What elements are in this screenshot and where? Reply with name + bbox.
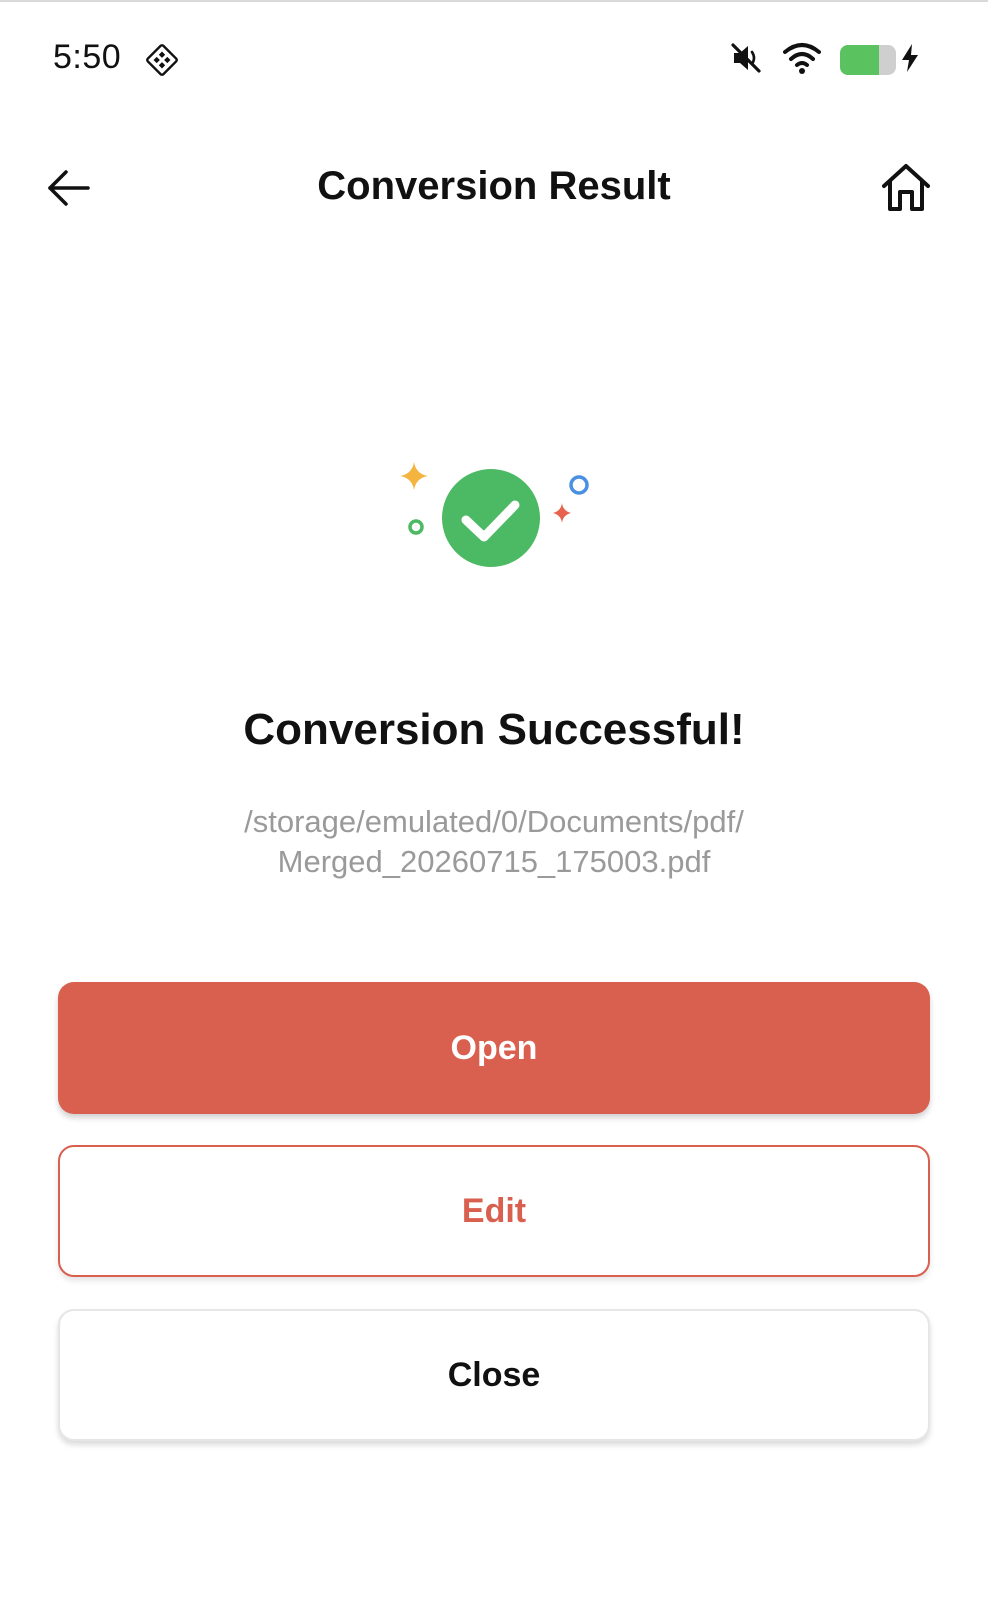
battery-fill — [840, 45, 880, 75]
open-button[interactable]: Open — [58, 982, 930, 1114]
sparkle-circle-blue — [569, 475, 589, 495]
status-bar: 5:50 — [0, 0, 988, 120]
success-illustration — [390, 450, 600, 580]
battery-body — [840, 45, 896, 75]
file-path-line1: /storage/emulated/0/Documents/pdf/ — [244, 804, 744, 839]
diamond-grid-icon — [144, 42, 180, 78]
edit-button[interactable]: Edit — [58, 1145, 930, 1277]
charging-bolt-icon — [900, 43, 920, 78]
file-path-line2: Merged_20260715_175003.pdf — [277, 844, 711, 879]
app-bar: Conversion Result — [0, 140, 988, 240]
status-icons — [728, 40, 920, 80]
home-icon — [879, 161, 933, 220]
success-check-icon — [442, 469, 540, 567]
success-heading: Conversion Successful! — [243, 705, 745, 754]
page-title: Conversion Result — [317, 164, 671, 208]
status-time: 5:50 — [53, 38, 122, 76]
battery-charging-icon — [840, 45, 896, 75]
sparkle-circle-green — [408, 519, 424, 535]
sparkle-star-yellow — [400, 462, 428, 490]
home-button[interactable] — [874, 158, 938, 222]
file-path: /storage/emulated/0/Documents/pdf/ Merge… — [180, 802, 808, 882]
sparkle-star-red — [553, 503, 571, 523]
close-button[interactable]: Close — [58, 1309, 930, 1441]
wifi-icon — [782, 40, 822, 81]
volume-muted-icon — [728, 40, 764, 81]
